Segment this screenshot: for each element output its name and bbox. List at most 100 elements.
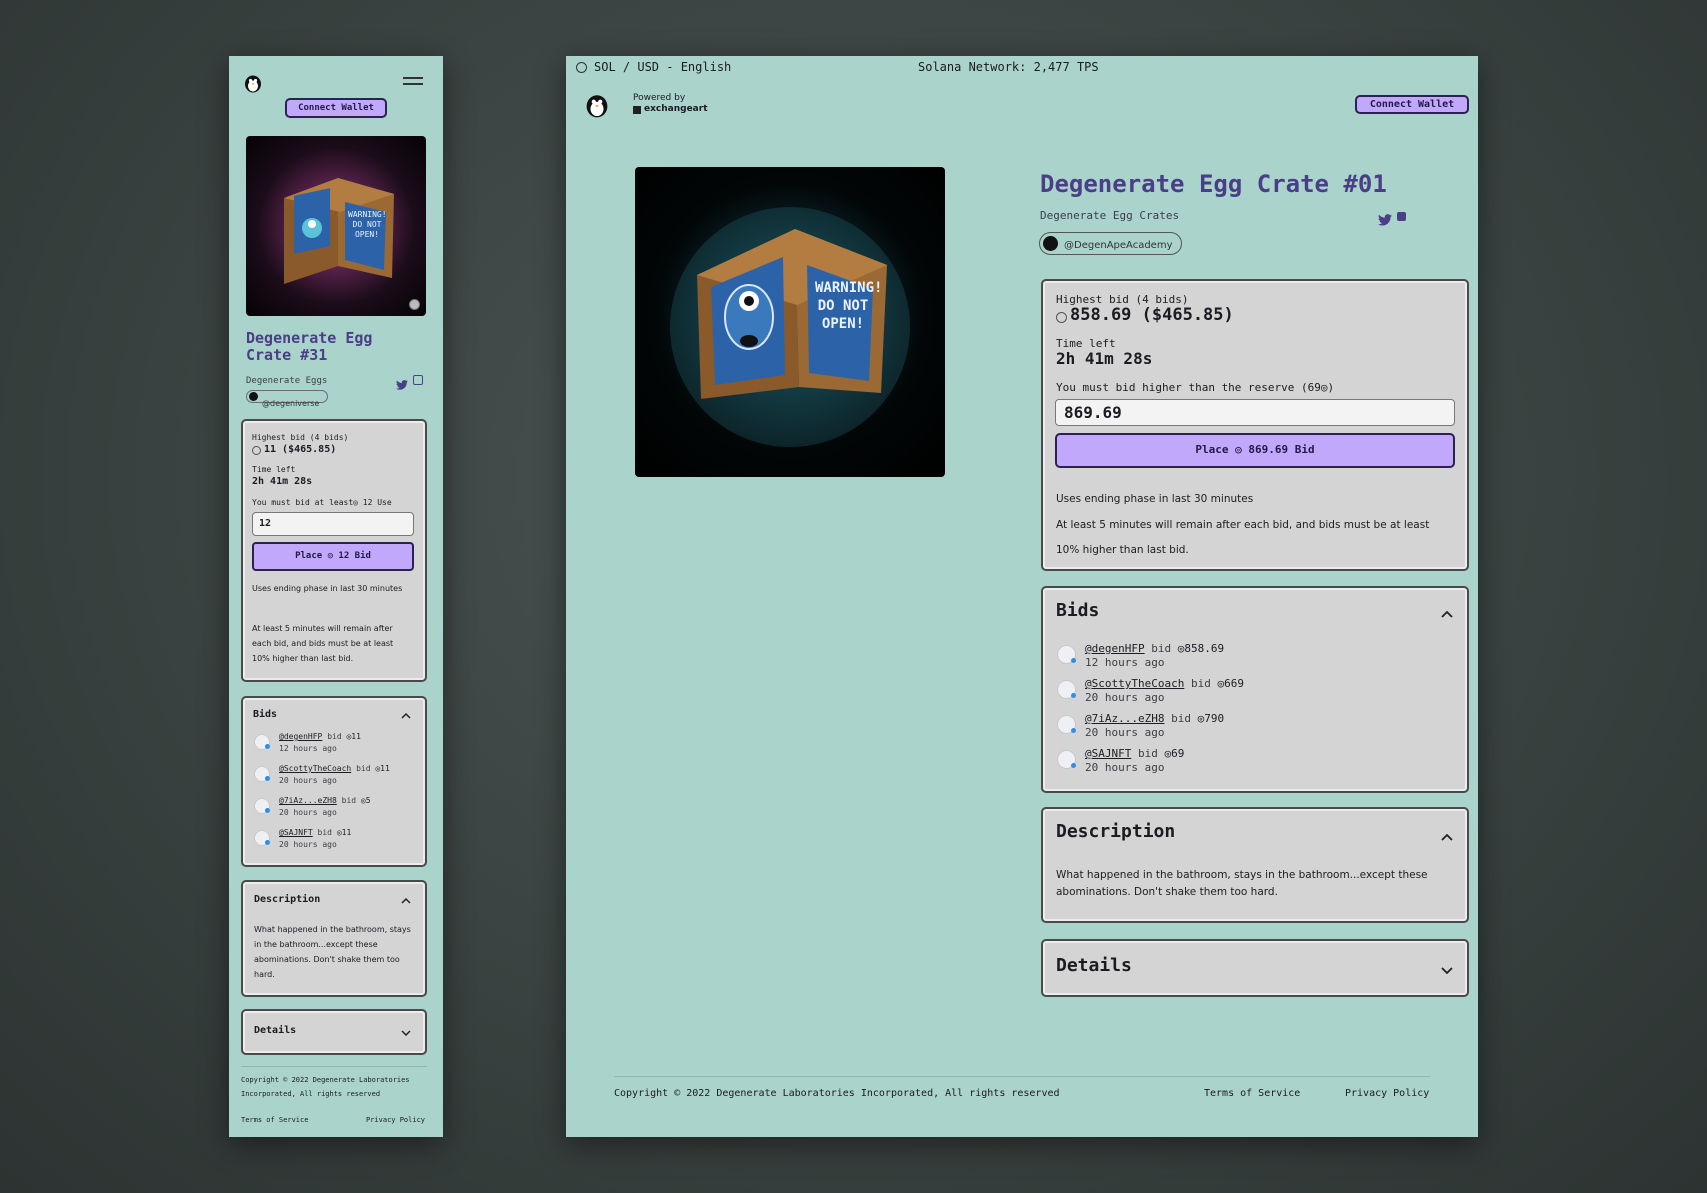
user-avatar-icon <box>254 766 270 782</box>
chevron-down-icon[interactable] <box>1441 967 1453 974</box>
time-left-value: 2h 41m 28s <box>1056 349 1153 368</box>
desktop-view: SOL / USD - English Solana Network: 2,47… <box>566 56 1478 1137</box>
copy-icon[interactable] <box>413 375 423 385</box>
bid-amount: ◎11 <box>375 764 390 773</box>
globe-icon[interactable] <box>576 62 587 73</box>
bid-row: @SAJNFT bid ◎11 20 hours ago <box>253 828 423 858</box>
bid-row: @degenHFP bid ◎858.69 12 hours ago <box>1056 642 1456 674</box>
bid-time: 20 hours ago <box>279 776 337 785</box>
description-text: What happened in the bathroom, stays in … <box>254 925 411 979</box>
copy-icon[interactable] <box>1397 212 1406 221</box>
bid-amount: ◎69 <box>1164 747 1185 760</box>
sol-icon <box>1056 312 1067 323</box>
bids-title[interactable]: Bids <box>1056 600 1099 621</box>
user-avatar-icon <box>1057 645 1076 664</box>
chevron-up-icon[interactable] <box>1441 611 1453 618</box>
twitter-icon[interactable] <box>1378 211 1392 230</box>
time-left-value: 2h 41m 28s <box>252 476 313 487</box>
user-avatar-icon <box>1057 750 1076 769</box>
crate-illustration <box>670 207 910 447</box>
min-increment-note: At least 5 minutes will remain after eac… <box>252 624 394 663</box>
bid-row: @SAJNFT bid ◎69 20 hours ago <box>1056 747 1456 779</box>
bid-input[interactable]: 12 <box>252 512 414 536</box>
nft-image[interactable]: WARNING! DO NOT OPEN! <box>246 136 426 316</box>
description-text: What happened in the bathroom, stays in … <box>1056 869 1428 898</box>
collection-name[interactable]: Degenerate Egg Crates <box>1040 209 1179 222</box>
bidder-handle[interactable]: @ScottyTheCoach <box>1085 677 1184 690</box>
min-increment-note: At least 5 minutes will remain after eac… <box>1056 519 1430 556</box>
bidder-handle[interactable]: @SAJNFT <box>279 828 313 837</box>
creator-chip[interactable]: @DegenApeAcademy <box>1039 232 1183 255</box>
creator-chip[interactable]: @degeniverse <box>246 390 329 408</box>
item-title: Degenerate Egg Crate #31 <box>246 329 373 364</box>
penguin-logo-icon[interactable] <box>585 92 609 118</box>
connect-wallet-button[interactable]: Connect Wallet <box>1355 95 1469 114</box>
connect-wallet-button[interactable]: Connect Wallet <box>285 98 387 118</box>
mobile-view: Connect Wallet WARNING! DO NOT OPEN! Deg… <box>229 56 443 1137</box>
place-bid-button[interactable]: Place ◎ 12 Bid <box>252 542 414 571</box>
creator-avatar <box>1043 236 1058 251</box>
creator-handle: @degeniverse <box>262 399 320 408</box>
bidder-handle[interactable]: @7iAz...eZH8 <box>1085 712 1164 725</box>
bidder-handle[interactable]: @degenHFP <box>279 732 322 741</box>
highest-bid-label: Highest bid (4 bids) <box>252 433 349 442</box>
privacy-link[interactable]: Privacy Policy <box>366 1116 425 1124</box>
user-avatar-icon <box>254 830 270 846</box>
terms-link[interactable]: Terms of Service <box>241 1116 308 1124</box>
bid-time: 20 hours ago <box>1085 691 1165 704</box>
hamburger-menu-icon[interactable] <box>403 77 423 87</box>
bidder-handle[interactable]: @ScottyTheCoach <box>279 764 351 773</box>
bid-word: bid <box>1137 747 1158 760</box>
penguin-logo-icon[interactable] <box>244 73 262 93</box>
ending-phase-note: Uses ending phase in last 30 minutes <box>252 584 403 593</box>
details-title[interactable]: Details <box>254 1025 296 1036</box>
bids-title[interactable]: Bids <box>253 709 277 720</box>
bid-row: @ScottyTheCoach bid ◎669 20 hours ago <box>1056 677 1456 709</box>
bid-amount: ◎669 <box>1217 677 1244 690</box>
bid-time: 20 hours ago <box>279 808 337 817</box>
bid-time: 20 hours ago <box>1085 726 1165 739</box>
twitter-icon[interactable] <box>396 375 408 394</box>
sol-badge-icon <box>409 299 420 310</box>
copyright-text: Copyright © 2022 Degenerate Laboratories… <box>614 1088 1060 1099</box>
bidder-handle[interactable]: @7iAz...eZH8 <box>279 796 337 805</box>
user-avatar-icon <box>1057 680 1076 699</box>
chevron-up-icon[interactable] <box>401 898 411 904</box>
bid-word: bid <box>1171 712 1191 725</box>
bid-input[interactable]: 869.69 <box>1055 399 1455 426</box>
time-left-label: Time left <box>252 465 296 474</box>
bid-time: 12 hours ago <box>1085 656 1165 669</box>
bid-time: 20 hours ago <box>1085 761 1165 774</box>
bid-amount: ◎11 <box>346 732 361 741</box>
description-card: Description What happened in the bathroo… <box>241 880 427 997</box>
bid-time: 12 hours ago <box>279 744 337 753</box>
details-card[interactable]: Details <box>241 1009 427 1055</box>
chevron-down-icon[interactable] <box>401 1030 411 1036</box>
brand-name[interactable]: exchangeart <box>644 104 708 114</box>
nft-image[interactable]: WARNING! DO NOT OPEN! <box>635 167 945 477</box>
locale-selector[interactable]: SOL / USD - English <box>594 60 731 74</box>
description-title[interactable]: Description <box>1056 821 1175 842</box>
copyright-text: Copyright © 2022 Degenerate Laboratories… <box>241 1076 410 1098</box>
chevron-up-icon[interactable] <box>1441 834 1453 841</box>
user-avatar-icon <box>254 734 270 750</box>
bids-card: Bids @degenHFP bid ◎858.69 12 hours ago … <box>1041 586 1469 793</box>
details-card[interactable]: Details <box>1041 939 1469 997</box>
bidder-handle[interactable]: @SAJNFT <box>1085 747 1131 760</box>
highest-bid-value: 858.69 ($465.85) <box>1070 305 1234 325</box>
description-title[interactable]: Description <box>254 894 320 905</box>
ending-phase-note: Uses ending phase in last 30 minutes <box>1056 493 1254 505</box>
footer-divider <box>614 1076 1430 1077</box>
creator-handle: @DegenApeAcademy <box>1064 240 1173 251</box>
place-bid-button[interactable]: Place ◎ 869.69 Bid <box>1055 433 1455 468</box>
chevron-up-icon[interactable] <box>401 713 411 719</box>
bid-row: @ScottyTheCoach bid ◎11 20 hours ago <box>253 764 423 794</box>
bidder-handle[interactable]: @degenHFP <box>1085 642 1145 655</box>
item-title: Degenerate Egg Crate #01 <box>1040 170 1387 198</box>
terms-link[interactable]: Terms of Service <box>1204 1088 1300 1099</box>
footer-divider <box>241 1066 427 1067</box>
privacy-link[interactable]: Privacy Policy <box>1345 1088 1429 1099</box>
details-title[interactable]: Details <box>1056 955 1132 976</box>
collection-name[interactable]: Degenerate Eggs <box>246 376 327 386</box>
bid-amount: ◎858.69 <box>1177 642 1225 655</box>
